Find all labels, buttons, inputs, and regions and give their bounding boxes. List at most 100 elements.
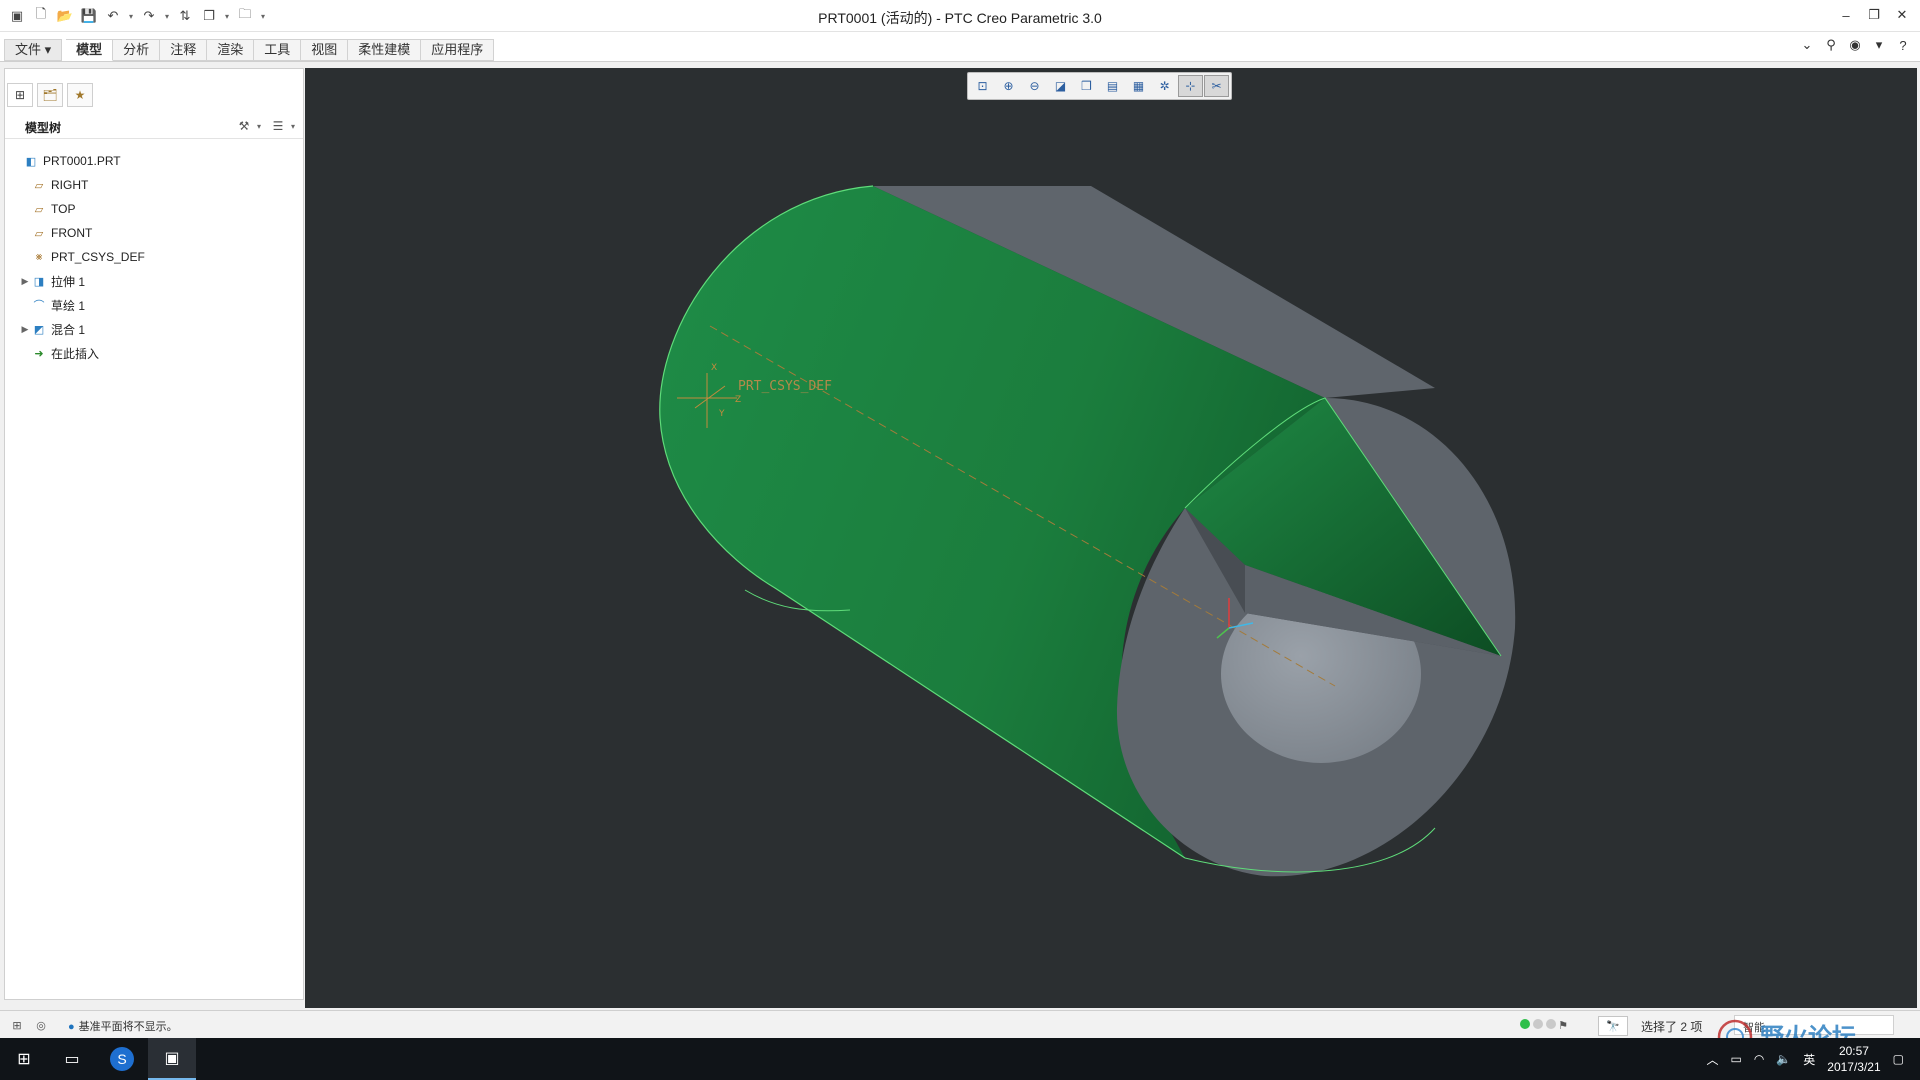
tree-item-label: PRT_CSYS_DEF bbox=[51, 250, 145, 264]
tree-item-label: RIGHT bbox=[51, 178, 89, 192]
battery-icon[interactable]: ▭ bbox=[1730, 1052, 1741, 1066]
file-menu-button[interactable]: 文件 ▾ bbox=[4, 39, 63, 61]
windows-start-icon[interactable]: ⊞ bbox=[0, 1038, 48, 1080]
volume-icon[interactable]: 🔈 bbox=[1776, 1052, 1791, 1066]
svg-text:Z: Z bbox=[735, 395, 741, 405]
minimize-icon[interactable]: – bbox=[1834, 4, 1858, 26]
tree-item-label: 草绘 1 bbox=[51, 298, 86, 313]
folder-browser-tab-icon[interactable]: 🗂 bbox=[37, 83, 63, 107]
tab-tools[interactable]: 工具 bbox=[254, 39, 302, 61]
saved-orientations-icon[interactable]: ▤ bbox=[1100, 75, 1125, 97]
community-icon[interactable]: ◉ bbox=[1846, 36, 1864, 54]
tree-item-top[interactable]: ▱ TOP bbox=[11, 197, 301, 221]
tab-flexible-modeling[interactable]: 柔性建模 bbox=[348, 39, 422, 61]
tree-item-front[interactable]: ▱ FRONT bbox=[11, 221, 301, 245]
tree-item-part[interactable]: ◧ PRT0001.PRT bbox=[11, 149, 301, 173]
window-controls: – ❐ ✕ bbox=[1834, 4, 1914, 26]
model-tree-header: 模型树 ⚒ ▾ ☰ ▾ bbox=[5, 113, 303, 139]
zoom-out-icon[interactable]: ⊖ bbox=[1022, 75, 1047, 97]
tree-item-label: 在此插入 bbox=[51, 346, 100, 361]
help-icon[interactable]: ? bbox=[1894, 36, 1912, 54]
display-style-icon[interactable]: ❒ bbox=[1074, 75, 1099, 97]
tree-item-label: 拉伸 1 bbox=[51, 274, 86, 289]
notifications-icon[interactable]: ▢ bbox=[1893, 1052, 1904, 1066]
chevron-up-icon[interactable]: ︿ bbox=[1706, 1051, 1718, 1068]
refit-icon[interactable]: ⊡ bbox=[970, 75, 995, 97]
flag-icon[interactable]: ⚑ bbox=[1554, 1016, 1572, 1034]
view-manager-icon[interactable]: ▦ bbox=[1126, 75, 1151, 97]
datum-display-icon[interactable]: ✲ bbox=[1152, 75, 1177, 97]
status-bar: ⊞ ◎ ● 基准平面将不显示。 ⚑ 🔭 选择了 2 项 智能 bbox=[0, 1010, 1920, 1038]
toggle-browser-icon[interactable]: ◎ bbox=[32, 1016, 50, 1034]
tab-annotate[interactable]: 注释 bbox=[160, 39, 208, 61]
tree-item-right[interactable]: ▱ RIGHT bbox=[11, 173, 301, 197]
status-green-dot bbox=[1520, 1019, 1530, 1029]
sketch-icon: ⌒ bbox=[33, 300, 45, 312]
clock[interactable]: 20:57 2017/3/21 bbox=[1827, 1043, 1880, 1075]
tree-settings-dropdown-icon[interactable]: ▾ bbox=[257, 122, 265, 131]
datum-plane-icon: ▱ bbox=[34, 203, 44, 216]
chevron-down-icon[interactable]: ▾ bbox=[1870, 36, 1888, 54]
tab-applications[interactable]: 应用程序 bbox=[421, 39, 495, 61]
tree-show-dropdown-icon[interactable]: ▾ bbox=[291, 122, 299, 131]
view-toolbar: ⊡ ⊕ ⊖ ◪ ❒ ▤ ▦ ✲ ⊹ ✂ bbox=[967, 72, 1232, 100]
zoom-in-icon[interactable]: ⊕ bbox=[996, 75, 1021, 97]
spin-center-toggle-icon[interactable]: ⊹ bbox=[1178, 75, 1203, 97]
status-message: ● 基准平面将不显示。 bbox=[68, 1021, 178, 1033]
model-tree-tools: ⚒ ▾ ☰ ▾ bbox=[235, 117, 299, 135]
find-icon[interactable]: 🔭 bbox=[1598, 1016, 1628, 1036]
tree-item-csys[interactable]: ⨳ PRT_CSYS_DEF bbox=[11, 245, 301, 269]
toggle-navigator-icon[interactable]: ⊞ bbox=[8, 1016, 26, 1034]
insert-here-icon: ➜ bbox=[34, 347, 44, 360]
part-icon: ◧ bbox=[25, 155, 37, 168]
search-icon[interactable]: ⚲ bbox=[1822, 36, 1840, 54]
restore-icon[interactable]: ❐ bbox=[1862, 4, 1886, 26]
task-view-icon[interactable]: ▭ bbox=[48, 1038, 96, 1080]
expand-icon[interactable]: ▶ bbox=[19, 276, 31, 287]
selection-count: 选择了 2 项 bbox=[1641, 1020, 1703, 1034]
tree-item-insert-here[interactable]: ➜ 在此插入 bbox=[11, 341, 301, 365]
model-tree-title: 模型树 bbox=[25, 121, 62, 135]
extrude-icon: ◨ bbox=[33, 275, 45, 288]
creo-app-icon[interactable]: ▣ bbox=[148, 1038, 196, 1080]
title-bar: ▣ 🗋 📂 💾 ↶ ▾ ↷ ▾ ⇅ ❐ ▾ 🗀 ▾ PRT0001 (活动的) … bbox=[0, 0, 1920, 32]
blend-icon: ◩ bbox=[33, 323, 45, 336]
tree-item-blend[interactable]: ▶ ◩ 混合 1 bbox=[11, 317, 301, 341]
window-title: PRT0001 (活动的) - PTC Creo Parametric 3.0 bbox=[818, 10, 1102, 26]
network-icon[interactable]: ◠ bbox=[1754, 1052, 1764, 1066]
ribbon-tabs: 文件 ▾ 模型 分析 注释 渲染 工具 视图 柔性建模 应用程序 bbox=[4, 39, 495, 61]
tab-model[interactable]: 模型 bbox=[66, 39, 114, 61]
ime-indicator[interactable]: 英 bbox=[1803, 1051, 1815, 1068]
navigator-panel: ⊞ 🗂 ★ 模型树 ⚒ ▾ ☰ ▾ ◧ PRT0001.PRT ▱ RIGHT … bbox=[4, 68, 304, 1000]
repaint-icon[interactable]: ◪ bbox=[1048, 75, 1073, 97]
tab-view[interactable]: 视图 bbox=[301, 39, 349, 61]
tree-settings-icon[interactable]: ⚒ bbox=[235, 117, 253, 135]
minimize-ribbon-icon[interactable]: ⌄ bbox=[1798, 36, 1816, 54]
tree-item-extrude[interactable]: ▶ ◨ 拉伸 1 bbox=[11, 269, 301, 293]
message-bullet-icon: ● bbox=[68, 1021, 75, 1033]
ribbon-right-tools: ⌄ ⚲ ◉ ▾ ? bbox=[1798, 36, 1912, 54]
tree-item-sketch[interactable]: ⌒ 草绘 1 bbox=[11, 293, 301, 317]
tree-item-label: PRT0001.PRT bbox=[43, 154, 121, 168]
datum-plane-icon: ▱ bbox=[34, 179, 44, 192]
regeneration-status bbox=[1520, 1019, 1556, 1029]
expand-icon[interactable]: ▶ bbox=[19, 324, 31, 335]
model-tree: ◧ PRT0001.PRT ▱ RIGHT ▱ TOP ▱ FRONT ⨳ PR… bbox=[11, 149, 301, 365]
tab-render[interactable]: 渲染 bbox=[207, 39, 255, 61]
close-icon[interactable]: ✕ bbox=[1890, 4, 1914, 26]
model-view[interactable]: X Z Y PRT_CSYS_DEF bbox=[305, 68, 1917, 1008]
browser-app-icon[interactable]: S bbox=[98, 1038, 146, 1080]
tab-analysis[interactable]: 分析 bbox=[113, 39, 161, 61]
coordinate-system-icon: ⨳ bbox=[35, 250, 43, 263]
tree-item-label: 混合 1 bbox=[51, 322, 86, 337]
taskbar: ⊞ ▭ S ▣ ︿ ▭ ◠ 🔈 英 20:57 2017/3/21 ▢ bbox=[0, 1038, 1920, 1080]
tree-item-label: TOP bbox=[51, 202, 76, 216]
model-tree-tab-icon[interactable]: ⊞ bbox=[7, 83, 33, 107]
graphics-window[interactable]: X Z Y PRT_CSYS_DEF ⊡ ⊕ ⊖ ◪ ❒ ▤ ▦ ✲ ⊹ ✂ bbox=[305, 68, 1917, 1008]
annotation-display-icon[interactable]: ✂ bbox=[1204, 75, 1229, 97]
system-tray: ︿ ▭ ◠ 🔈 英 20:57 2017/3/21 ▢ bbox=[1706, 1038, 1904, 1080]
svg-text:Y: Y bbox=[718, 409, 725, 419]
tree-show-icon[interactable]: ☰ bbox=[269, 117, 287, 135]
status-gray-dot bbox=[1533, 1019, 1543, 1029]
favorites-tab-icon[interactable]: ★ bbox=[67, 83, 93, 107]
